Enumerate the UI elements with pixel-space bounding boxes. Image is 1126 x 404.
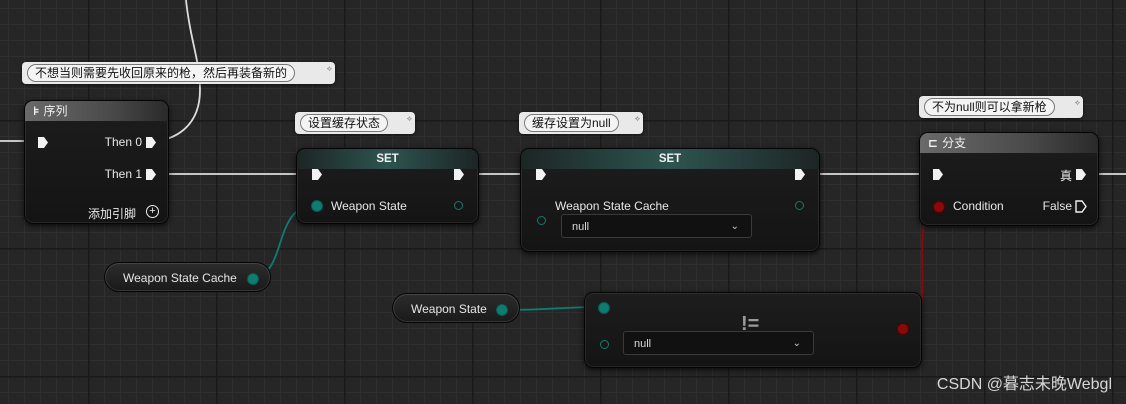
compare-b-pin[interactable]	[600, 340, 609, 349]
sequence-node[interactable]: ⊧ 序列 Then 0 Then 1 添加引脚 +	[24, 100, 169, 224]
not-equal-node[interactable]: null ⌄ !=	[584, 292, 922, 368]
weapon-state-cache-label: Weapon State Cache	[555, 199, 669, 213]
weapon-state-out-pin[interactable]	[454, 201, 463, 210]
pin-icon[interactable]: ⟡	[635, 114, 640, 124]
pin-icon[interactable]: ⟡	[327, 64, 332, 74]
then0-exec-pin[interactable]	[146, 137, 156, 148]
set-weapon-state-node[interactable]: SET Weapon State	[296, 148, 479, 224]
branch-header[interactable]: ⊏ 分支	[920, 133, 1098, 153]
set-weapon-state-cache-node[interactable]: SET Weapon State Cache null ⌄	[520, 148, 820, 252]
exec-in-pin[interactable]	[312, 169, 322, 180]
branch-title: 分支	[942, 136, 967, 150]
null-value-dropdown[interactable]: null ⌄	[561, 214, 752, 238]
comment-set-null-text: 缓存设置为null	[524, 114, 619, 132]
chevron-down-icon: ⌄	[730, 221, 739, 232]
comment-set-cache-text: 设置缓存状态	[300, 114, 389, 132]
pin-icon[interactable]: ⟡	[1075, 98, 1080, 108]
comment-sequence-text: 不想当则需要先收回原来的枪，然后再装备新的	[27, 64, 296, 82]
comment-branch-text: 不为null则可以拿新枪	[924, 98, 1055, 116]
watermark: CSDN @暮志未晚Webgl	[936, 376, 1112, 393]
false-exec-pin-outline	[1075, 200, 1087, 213]
get-weapon-state-cache-label: Weapon State Cache	[123, 271, 237, 285]
get-weapon-state[interactable]: Weapon State	[392, 293, 520, 323]
add-pin-label[interactable]: 添加引脚	[88, 205, 136, 222]
null-value-text: null	[572, 221, 590, 233]
then0-label: Then 0	[104, 135, 142, 149]
get-weapon-state-pin[interactable]	[496, 304, 508, 316]
set-header: SET	[521, 149, 819, 169]
compare-null-dropdown[interactable]: null ⌄	[623, 331, 814, 355]
get-weapon-state-label: Weapon State	[411, 302, 487, 316]
false-label: False	[1042, 199, 1072, 213]
comment-branch[interactable]: 不为null则可以拿新枪 ⟡	[919, 96, 1083, 118]
true-label: 真	[1059, 169, 1072, 183]
sequence-title: 序列	[43, 104, 68, 118]
comment-set-cache[interactable]: 设置缓存状态 ⟡	[295, 112, 415, 134]
branch-icon: ⊏	[928, 136, 939, 150]
branch-node[interactable]: ⊏ 分支 真 Condition False	[919, 132, 1099, 226]
weapon-state-cache-out-pin[interactable]	[795, 201, 804, 210]
set-header: SET	[297, 149, 478, 169]
get-weapon-state-cache[interactable]: Weapon State Cache	[104, 262, 271, 292]
exec-in-pin[interactable]	[933, 169, 943, 180]
then1-label: Then 1	[104, 167, 142, 181]
weapon-state-in-pin[interactable]	[311, 200, 323, 212]
pin-icon[interactable]: ⟡	[407, 114, 412, 124]
exec-out-pin[interactable]	[795, 169, 805, 180]
true-exec-pin[interactable]	[1076, 169, 1086, 180]
weapon-state-label: Weapon State	[331, 199, 407, 213]
condition-label: Condition	[953, 199, 1004, 213]
compare-a-pin[interactable]	[598, 302, 610, 314]
compare-null-text: null	[634, 338, 652, 350]
exec-in-pin[interactable]	[536, 169, 546, 180]
not-equal-operator: !=	[741, 313, 760, 335]
chevron-down-icon: ⌄	[792, 338, 801, 349]
comment-set-null[interactable]: 缓存设置为null ⟡	[519, 112, 643, 134]
comment-sequence[interactable]: 不想当则需要先收回原来的枪，然后再装备新的 ⟡	[22, 62, 335, 84]
add-pin-icon[interactable]: +	[146, 205, 159, 218]
sequence-icon: ⊧	[33, 104, 40, 118]
compare-result-pin[interactable]	[897, 323, 909, 335]
condition-pin[interactable]	[933, 201, 945, 213]
sequence-header[interactable]: ⊧ 序列	[25, 101, 168, 121]
weapon-state-cache-in-pin[interactable]	[537, 216, 546, 225]
then1-exec-pin[interactable]	[146, 169, 156, 180]
get-weapon-state-cache-pin[interactable]	[247, 273, 259, 285]
exec-out-pin[interactable]	[454, 169, 464, 180]
exec-in-pin[interactable]	[38, 137, 48, 148]
